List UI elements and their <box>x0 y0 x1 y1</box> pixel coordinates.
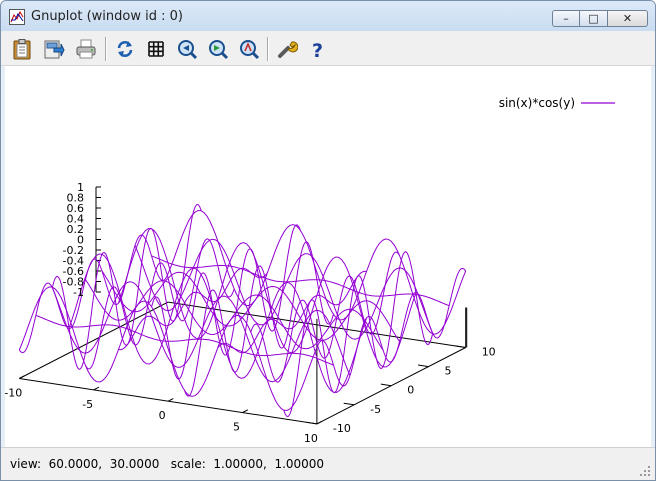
unzoom-button[interactable] <box>237 37 261 61</box>
grid-button[interactable] <box>144 37 168 61</box>
status-bar: view: 60.0000, 30.0000 scale: 1.00000, 1… <box>1 447 655 480</box>
legend-label: sin(x)*cos(y) <box>499 96 575 110</box>
window-title: Gnuplot (window id : 0) <box>31 9 183 24</box>
y-tick-mark <box>418 364 429 368</box>
grid-icon <box>148 41 164 57</box>
surface-isoline <box>118 228 417 368</box>
replot-icon <box>117 41 133 57</box>
z-tick-label: -1 <box>73 286 84 299</box>
toolbar-separator <box>267 37 269 61</box>
help-button[interactable]: ? <box>306 37 330 61</box>
y-tick-label: -5 <box>370 403 381 416</box>
save-icon <box>44 40 65 59</box>
surface-isoline <box>35 314 334 366</box>
zoom-next-icon <box>209 40 229 60</box>
x-tick-label: 0 <box>159 409 166 422</box>
x-tick-label: -5 <box>82 398 93 411</box>
y-tick-mark <box>380 383 392 387</box>
y-tick-mark <box>455 345 466 348</box>
svg-text:?: ? <box>312 40 323 60</box>
plot-axes <box>19 186 468 425</box>
toolbar-separator <box>105 37 107 61</box>
x-tick-mark <box>167 398 174 402</box>
options-wrench-icon <box>278 41 298 58</box>
y-tick-label: 10 <box>482 346 496 359</box>
copy-clipboard-button[interactable] <box>10 37 34 61</box>
gnuplot-window: Gnuplot (window id : 0) – □ ✕ ? 1 0.8 0.… <box>0 0 656 481</box>
status-text: view: 60.0000, 30.0000 scale: 1.00000, 1… <box>10 457 325 471</box>
print-button[interactable] <box>74 37 98 61</box>
x-tick-label: 5 <box>233 421 240 434</box>
zoom-previous-button[interactable] <box>175 37 199 61</box>
x-tick-mark <box>19 375 25 379</box>
legend: sin(x)*cos(y) <box>499 96 615 110</box>
surface-isoline <box>68 253 367 393</box>
x-tick-label: 10 <box>304 432 318 445</box>
x-tick-mark <box>93 386 100 391</box>
save-button[interactable] <box>42 37 66 61</box>
resize-grip-icon[interactable] <box>639 465 651 477</box>
surface-isoline <box>151 255 450 307</box>
zoom-previous-icon <box>178 40 198 60</box>
gnuplot-app-icon <box>9 9 25 25</box>
close-button[interactable]: ✕ <box>608 10 648 27</box>
x-tick-mark <box>316 420 323 425</box>
print-icon <box>76 39 96 59</box>
replot-button[interactable] <box>113 37 137 61</box>
maximize-button[interactable]: □ <box>580 10 608 27</box>
x-tick-mark <box>242 409 248 413</box>
plot-canvas[interactable]: 1 0.8 0.6 0.4 0.2 0 -0.2 -0.4 -0.6 -0.8 -1 -10 -5 0 5 1… <box>4 66 651 447</box>
y-tick-label: -10 <box>333 422 351 435</box>
copy-clipboard-icon <box>13 39 31 60</box>
toolbar: ? <box>1 31 655 66</box>
help-icon: ? <box>312 40 323 60</box>
minimize-button[interactable]: – <box>552 10 580 27</box>
tick-labels: 10.80.60.40.20-0.2-0.4-0.6-0.8-1-10-5051… <box>4 181 496 445</box>
y-tick-mark <box>306 421 317 425</box>
zoom-unzoom-icon <box>240 40 260 60</box>
y-tick-label: 5 <box>445 365 452 378</box>
x-tick-label: -10 <box>5 387 22 400</box>
title-bar[interactable]: Gnuplot (window id : 0) – □ ✕ <box>1 1 655 31</box>
y-tick-label: 0 <box>407 384 414 397</box>
zoom-next-button[interactable] <box>206 37 230 61</box>
y-tick-mark <box>343 402 355 406</box>
surface-curves <box>18 204 467 417</box>
surface-plot: 10.80.60.40.20-0.2-0.4-0.6-0.8-1-10-5051… <box>4 96 615 445</box>
options-button[interactable] <box>275 37 299 61</box>
